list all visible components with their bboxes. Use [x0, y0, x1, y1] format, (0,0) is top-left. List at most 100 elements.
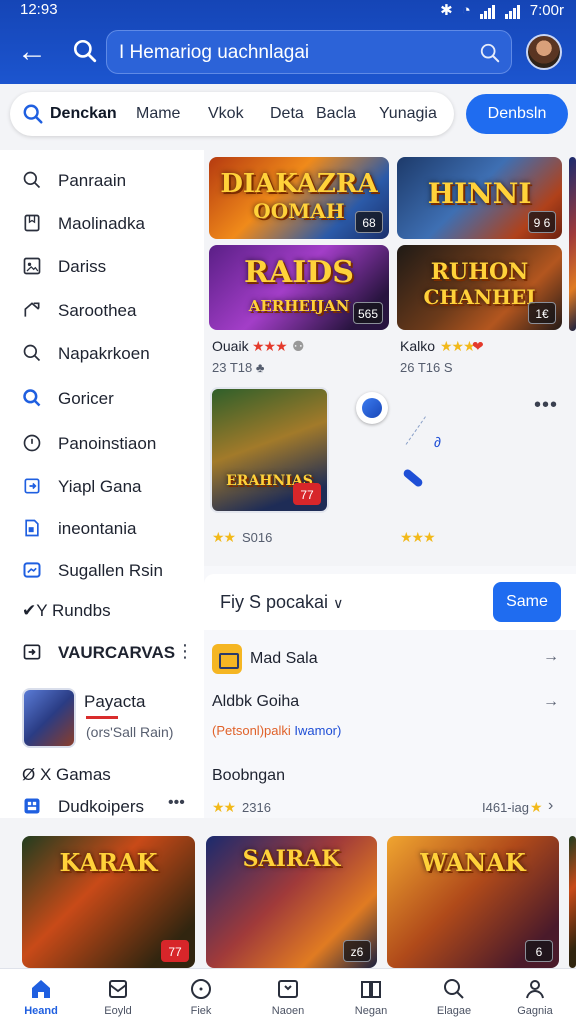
- sidebar-item-napakrkoen[interactable]: Napakrkoen: [0, 333, 204, 373]
- signal-icon: [479, 2, 496, 19]
- sidebar-item-panraain[interactable]: Panraain: [0, 160, 204, 200]
- sidebar-item-saroothea[interactable]: Saroothea: [0, 290, 204, 330]
- sidebar-item-label: Goricer: [58, 389, 114, 408]
- list-row-boobngan[interactable]: Boobngan: [212, 767, 285, 785]
- nav-gagnia[interactable]: Gagnia: [494, 969, 576, 1024]
- nav-home[interactable]: Heand: [0, 969, 82, 1024]
- nav-naoen[interactable]: Naoen: [247, 969, 329, 1024]
- blue-badge-icon[interactable]: [356, 392, 388, 424]
- developers-icon: [24, 798, 40, 814]
- nav-label: Gagnia: [517, 1005, 553, 1017]
- chip-mame[interactable]: Mame: [136, 105, 180, 123]
- game-card-sairak[interactable]: SAIRAK z6: [206, 836, 377, 968]
- book-icon: [361, 981, 381, 998]
- signal-icon-2: [504, 2, 521, 19]
- featured-game-title[interactable]: Payacta: [84, 692, 145, 712]
- card-badge: 77: [161, 940, 189, 962]
- rating-stars: ★★★: [400, 529, 436, 545]
- game-card-diakazra[interactable]: DIAKAZRA OOMAH 68: [209, 157, 389, 239]
- card-title: HINNI: [427, 177, 532, 210]
- sidebar-item-ineontania[interactable]: ineontania: [0, 508, 204, 548]
- section-vaurcarvas-label: VAURCARVAS: [58, 643, 176, 662]
- dashed-line: [405, 416, 426, 445]
- tablet-icon: [23, 562, 41, 578]
- featured-game-subtitle: (ors'Sall Rain): [86, 724, 174, 740]
- search-query[interactable]: I Hemariog uachnlagai: [119, 42, 309, 64]
- sidebar-item-goricer[interactable]: Goricer: [0, 378, 204, 418]
- arrow-right-icon[interactable]: →: [543, 693, 559, 711]
- rating-count: S016: [242, 530, 273, 545]
- search-icon[interactable]: [72, 38, 98, 64]
- rating-extra-icon: ⚉: [292, 338, 305, 354]
- game-card-karak[interactable]: KARAK 77: [22, 836, 195, 968]
- sidebar-item-panoinstiaon[interactable]: Panoinstiaon: [0, 423, 204, 463]
- avatar[interactable]: [526, 34, 562, 70]
- card-badge: 68: [355, 211, 383, 233]
- nav-eoyld[interactable]: Eoyld: [77, 969, 159, 1024]
- game-card-wanak[interactable]: WANAK 6: [387, 836, 559, 968]
- search-icon[interactable]: [479, 42, 501, 64]
- login-icon: [23, 644, 41, 660]
- sidebar-item-maolinadka[interactable]: Maolinadka: [0, 203, 204, 243]
- sidebar-item-dariss[interactable]: Dariss: [0, 246, 204, 286]
- sort-apply-button[interactable]: Same: [493, 582, 561, 622]
- sidebar-item-sugallen-rsin[interactable]: Sugallen Rsin: [0, 550, 204, 590]
- nav-fiek[interactable]: Fiek: [160, 969, 242, 1024]
- chip-denckan[interactable]: Denckan: [50, 105, 117, 123]
- card-badge: z6: [343, 940, 371, 962]
- star-icon: ★: [530, 799, 543, 815]
- card-meta-name[interactable]: Ouaik: [212, 338, 249, 354]
- top-app-bar: 12:93 ✱ ◔ 7:00r ← I Hemariog uachnlagai: [0, 0, 576, 84]
- bottom-navigation: Heand Eoyld Fiek Naoen Negan Elagae Gagn…: [0, 968, 576, 1024]
- back-arrow-icon[interactable]: ←: [14, 34, 50, 70]
- card-title: KARAK: [59, 848, 158, 877]
- game-card-raids[interactable]: RAIDS AERHEIJAN 565: [209, 245, 389, 330]
- list-row-mad-sala[interactable]: Mad Sala: [250, 650, 318, 668]
- section-vaurcarvas[interactable]: VAURCARVAS ⋮: [0, 632, 204, 672]
- rating-stars: ★★: [212, 799, 236, 815]
- status-icons: ✱ ◔ 7:00r: [440, 1, 564, 20]
- share-icon: [24, 302, 40, 317]
- featured-game-thumbnail[interactable]: [22, 688, 76, 748]
- nav-label: Eoyld: [104, 1005, 132, 1017]
- nav-negan[interactable]: Negan: [330, 969, 412, 1024]
- list-row-right-value: I461-iag: [482, 800, 529, 815]
- search-icon[interactable]: [22, 103, 44, 125]
- nav-elagae[interactable]: Elagae: [413, 969, 495, 1024]
- search-icon: [23, 171, 41, 189]
- filter-bar: Denckan Mame Vkok Deta Bacla Yunagia: [10, 92, 454, 136]
- card-meta-name[interactable]: Kalko: [400, 338, 435, 354]
- game-card-ruhon[interactable]: RUHON CHANHEI 1€: [397, 245, 562, 330]
- sidebar-item-yiapl-gana[interactable]: Yiapl Gana: [0, 466, 204, 506]
- chip-vkok[interactable]: Vkok: [208, 105, 244, 123]
- game-card-hinni[interactable]: HINNI 9 6: [397, 157, 562, 239]
- more-vert-icon[interactable]: ⋮: [176, 641, 194, 662]
- card-title: DIAKAZRA: [220, 169, 378, 199]
- game-card-erahnias[interactable]: ERAHNIAS 77: [210, 387, 329, 513]
- more-horiz-icon[interactable]: •••: [534, 394, 558, 417]
- sidebar-item-label: Panoinstiaon: [58, 434, 157, 453]
- more-horiz-icon[interactable]: •••: [168, 794, 185, 812]
- home-icon: [32, 980, 50, 998]
- bluetooth-icon: ✱: [440, 2, 453, 19]
- search-input[interactable]: I Hemariog uachnlagai: [106, 30, 512, 74]
- search-icon: [444, 979, 464, 999]
- sidebar-item-label: Dudkoipers: [58, 797, 144, 816]
- chip-bacla[interactable]: Bacla: [316, 105, 356, 123]
- login-icon: [24, 478, 40, 494]
- arrow-right-icon[interactable]: →: [543, 648, 559, 666]
- sidebar-item-label: ineontania: [58, 519, 137, 538]
- tag-orange: (Petsonl)palki: [212, 723, 291, 738]
- chevron-right-icon[interactable]: ›: [548, 797, 553, 815]
- primary-action-button[interactable]: Denbsln: [466, 94, 568, 134]
- chip-deta[interactable]: Deta: [270, 105, 304, 123]
- card-badge: 565: [352, 302, 383, 324]
- sidebar-item-developers[interactable]: Dudkoipers •••: [0, 786, 204, 826]
- list-row-aldbk-goiha[interactable]: Aldbk Goiha: [212, 693, 299, 711]
- game-card-peek[interactable]: [569, 157, 576, 331]
- game-card-peek[interactable]: [569, 836, 576, 968]
- sort-bar: Fiy S pocakai ∨ Same: [204, 574, 576, 630]
- rating-stars: ★★★: [440, 338, 476, 354]
- chip-yunagia[interactable]: Yunagia: [379, 105, 437, 123]
- sort-dropdown[interactable]: Fiy S pocakai ∨: [220, 592, 343, 613]
